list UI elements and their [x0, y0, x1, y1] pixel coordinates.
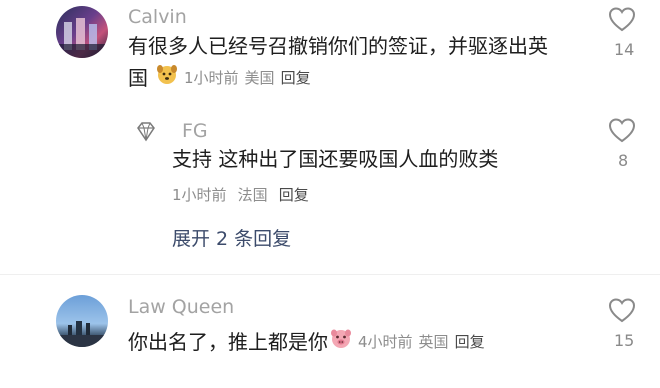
comment-username[interactable]: Law Queen	[128, 296, 234, 318]
comment-text: 有很多人已经号召撤销你们的签证，并驱逐出英 国 1小时前 美国 回复	[128, 30, 578, 94]
pig-emoji-icon	[330, 326, 352, 358]
like-count: 8	[618, 151, 629, 170]
comment-location: 法国	[237, 186, 268, 204]
like-heart-icon[interactable]	[608, 297, 636, 323]
reply-button[interactable]: 回复	[279, 186, 309, 204]
diamond-icon	[137, 122, 155, 142]
avatar-calvin[interactable]	[56, 6, 108, 58]
avatar-image	[56, 18, 108, 58]
like-count: 14	[614, 40, 635, 59]
comment-time: 1小时前	[172, 186, 227, 204]
expand-replies-button[interactable]: 展开 2 条回复	[172, 224, 291, 251]
comment-time: 4小时前	[358, 333, 413, 351]
comment-text-line: 有很多人已经号召撤销你们的签证，并驱逐出英	[128, 34, 548, 58]
like-count: 15	[614, 331, 635, 350]
comment-text: 你出名了，推上都是你 4小时前 英国 回复	[128, 326, 485, 358]
divider	[0, 274, 660, 275]
dog-emoji-icon	[156, 62, 178, 94]
comment-username[interactable]: Calvin	[128, 6, 187, 28]
comment-text: 支持 这种出了国还要吸国人血的败类	[172, 147, 499, 171]
like-heart-icon[interactable]	[608, 6, 636, 32]
comment-meta: 1小时前 法国 回复	[172, 184, 309, 205]
avatar-fg[interactable]	[134, 120, 158, 144]
avatar-law-queen[interactable]	[56, 295, 108, 347]
comment-time: 1小时前	[184, 69, 239, 87]
comment-location: 英国	[418, 333, 449, 351]
comment-text-line: 国 1小时前 美国 回复	[128, 62, 578, 94]
reply-button[interactable]: 回复	[281, 62, 311, 94]
comment-text-body: 你出名了，推上都是你	[128, 330, 328, 354]
like-heart-icon[interactable]	[608, 117, 636, 143]
reply-button[interactable]: 回复	[455, 326, 485, 358]
comment-location: 美国	[244, 69, 275, 87]
comment-text-tail: 国	[128, 66, 148, 90]
comment-username[interactable]: FG	[182, 120, 208, 142]
avatar-image	[56, 321, 108, 347]
